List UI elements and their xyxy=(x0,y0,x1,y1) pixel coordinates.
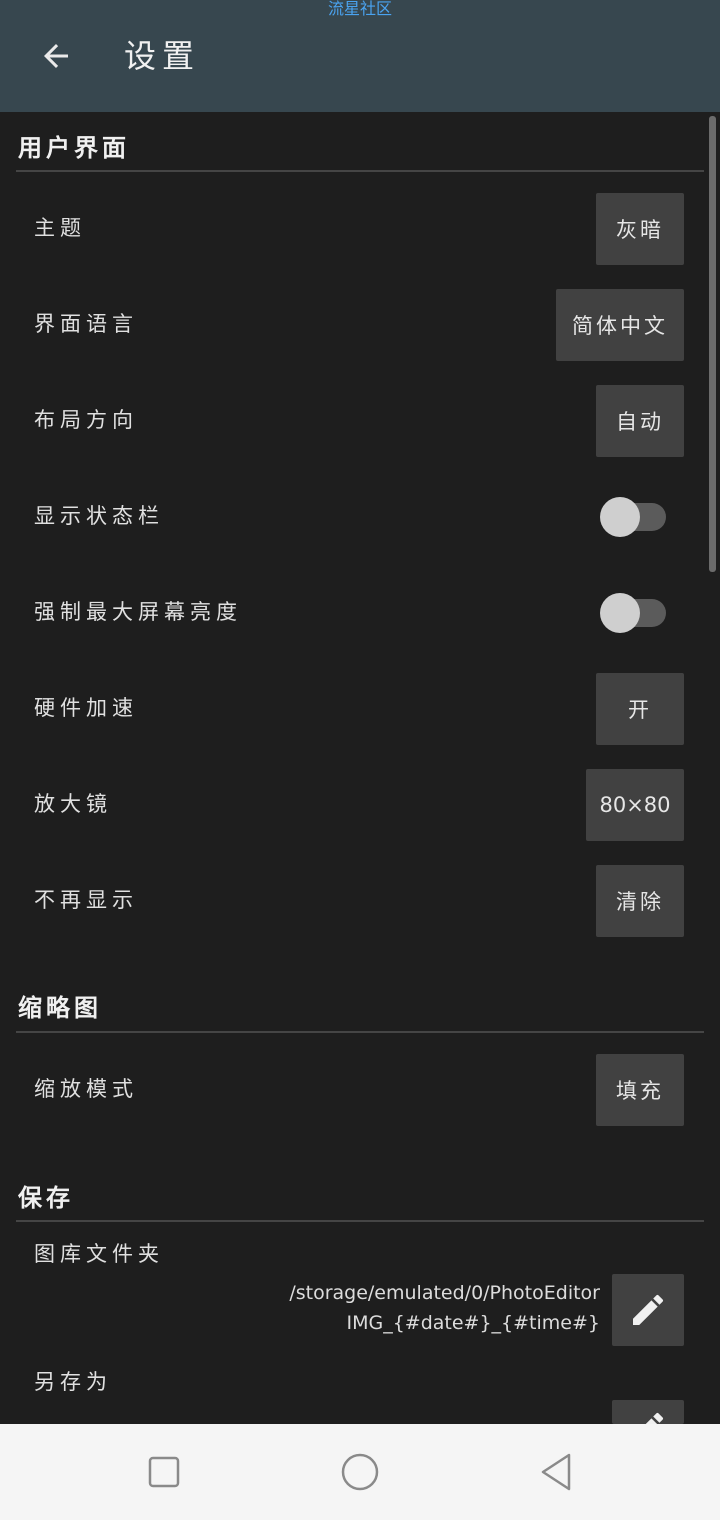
scrollbar[interactable] xyxy=(709,116,716,572)
pencil-icon xyxy=(633,1294,664,1325)
magnifier-label: 放大镜 xyxy=(34,792,112,816)
recents-button[interactable] xyxy=(136,1444,192,1500)
toggle-thumb xyxy=(600,497,640,537)
dont-show-again-label: 不再显示 xyxy=(34,888,138,912)
app-bar: 流星社区 设置 xyxy=(0,0,720,112)
magnifier-button[interactable]: 80×80 xyxy=(586,769,684,841)
back-button[interactable] xyxy=(30,34,82,78)
gallery-filename-pattern: IMG_{#date#}_{#time#} xyxy=(346,1312,600,1334)
divider xyxy=(16,1220,704,1222)
triangle-back-icon xyxy=(541,1453,571,1491)
show-statusbar-label: 显示状态栏 xyxy=(34,504,164,528)
scale-mode-label: 缩放模式 xyxy=(34,1077,138,1101)
page-title: 设置 xyxy=(124,37,201,75)
home-button[interactable] xyxy=(332,1444,388,1500)
theme-label: 主题 xyxy=(34,216,86,240)
layout-direction-button[interactable]: 自动 xyxy=(596,385,684,457)
hardware-accel-label: 硬件加速 xyxy=(34,696,138,720)
language-button[interactable]: 简体中文 xyxy=(556,289,684,361)
arrow-back-icon xyxy=(44,44,68,68)
nav-back-button[interactable] xyxy=(528,1444,584,1500)
max-brightness-toggle[interactable] xyxy=(600,588,666,633)
show-statusbar-toggle[interactable] xyxy=(600,492,666,537)
clear-button[interactable]: 清除 xyxy=(596,865,684,937)
watermark-text: 流星社区 xyxy=(327,0,392,18)
section-title-thumbnail: 缩略图 xyxy=(18,994,102,1022)
edit-gallery-folder-button[interactable] xyxy=(612,1274,684,1346)
theme-button[interactable]: 灰暗 xyxy=(596,193,684,265)
gallery-folder-label: 图库文件夹 xyxy=(34,1242,164,1266)
hardware-accel-button[interactable]: 开 xyxy=(596,673,684,745)
scale-mode-button[interactable]: 填充 xyxy=(596,1054,684,1126)
layout-direction-label: 布局方向 xyxy=(34,408,138,432)
pencil-icon xyxy=(645,1412,664,1424)
edit-save-as-button[interactable] xyxy=(612,1400,684,1424)
divider xyxy=(16,170,704,172)
divider xyxy=(16,1031,704,1033)
save-as-label: 另存为 xyxy=(34,1370,112,1394)
section-title-save: 保存 xyxy=(18,1184,74,1212)
section-title-ui: 用户界面 xyxy=(18,134,130,162)
language-label: 界面语言 xyxy=(34,312,138,336)
gallery-folder-path: /storage/emulated/0/PhotoEditor xyxy=(289,1282,600,1304)
square-recents-icon xyxy=(148,1456,180,1488)
circle-home-icon xyxy=(341,1453,379,1491)
max-brightness-label: 强制最大屏幕亮度 xyxy=(34,600,242,624)
toggle-thumb xyxy=(600,593,640,633)
system-nav-bar xyxy=(0,1424,720,1520)
